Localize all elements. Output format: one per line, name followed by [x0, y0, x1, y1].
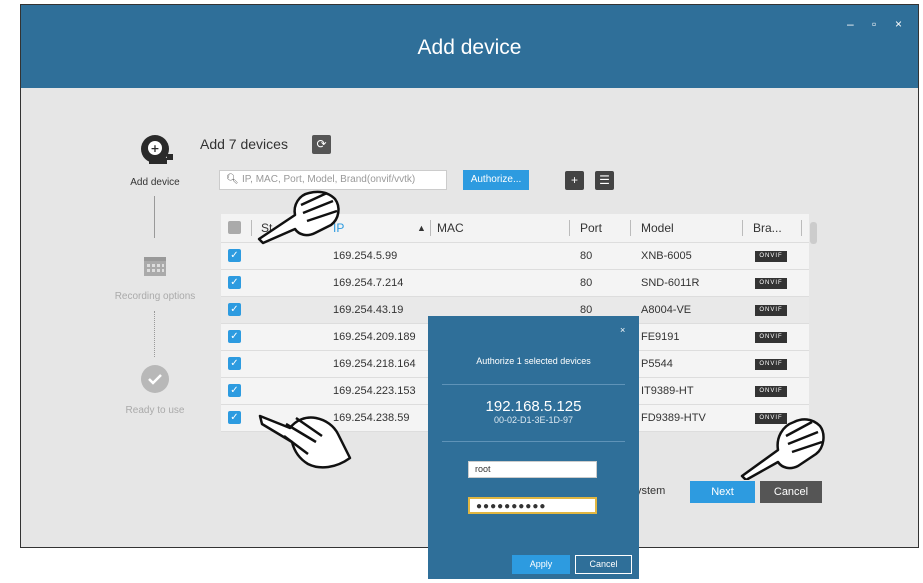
dialog-cancel-button[interactable]: Cancel: [575, 555, 632, 574]
column-divider: [742, 220, 743, 236]
row-checkbox[interactable]: ✓: [228, 303, 241, 316]
search-placeholder: IP, MAC, Port, Model, Brand(onvif/vvtk): [242, 174, 416, 185]
add-button[interactable]: +: [565, 171, 584, 190]
dialog-close-icon[interactable]: ×: [620, 325, 625, 335]
authorize-button[interactable]: Authorize...: [463, 170, 529, 190]
brand-badge: ONVIF: [755, 305, 787, 316]
cell-model: XNB-6005: [641, 250, 692, 262]
column-header-port[interactable]: Port: [580, 221, 602, 235]
cell-model: FD9389-HTV: [641, 412, 706, 424]
cell-port: 80: [580, 277, 593, 289]
cell-ip: 169.254.7.214: [333, 277, 404, 289]
cell-model: P5544: [641, 358, 673, 370]
device-mac: 00-02-D1-3E-1D-97: [493, 415, 574, 425]
cell-ip: 169.254.209.189: [333, 331, 416, 343]
step-connector-dotted: [154, 311, 155, 357]
row-checkbox[interactable]: ✓: [228, 357, 241, 370]
window-title: Add device: [417, 36, 522, 59]
calendar-icon: [143, 255, 167, 282]
cell-model: FE9191: [641, 331, 680, 343]
step-label-ready-to-use: Ready to use: [125, 405, 185, 416]
cell-ip: 169.254.5.99: [333, 250, 398, 262]
check-circle-icon: [140, 364, 170, 399]
close-button[interactable]: ×: [895, 17, 902, 31]
table-row[interactable]: ✓ 169.254.7.214 80 SND-6011R ONVIF: [221, 270, 809, 297]
page-heading: Add 7 devices: [200, 136, 288, 152]
cell-port: 80: [580, 304, 593, 316]
system-option-label: ystem: [636, 485, 666, 497]
pointing-hand-icon: [740, 418, 825, 480]
brand-badge: ONVIF: [755, 251, 787, 262]
refresh-icon: ⟳: [316, 137, 327, 151]
row-checkbox[interactable]: ✓: [228, 276, 241, 289]
column-divider: [630, 220, 631, 236]
step-label-recording-options: Recording options: [114, 291, 196, 302]
divider: [442, 384, 625, 385]
dialog-title: Authorize 1 selected devices: [476, 356, 591, 366]
cell-ip: 169.254.223.153: [333, 385, 416, 397]
step-connector: [154, 196, 155, 238]
search-icon: 🔍︎: [226, 174, 239, 185]
import-list-button[interactable]: ☰: [595, 171, 614, 190]
cell-ip: 169.254.218.164: [333, 358, 416, 370]
step-label-add-device: Add device: [130, 177, 180, 188]
row-checkbox[interactable]: ✓: [228, 249, 241, 262]
divider: [442, 441, 625, 442]
cell-port: 80: [580, 250, 593, 262]
column-divider: [801, 220, 802, 236]
row-checkbox[interactable]: ✓: [228, 384, 241, 397]
brand-badge: ONVIF: [755, 359, 787, 370]
cancel-button[interactable]: Cancel: [760, 481, 822, 503]
username-field[interactable]: root: [468, 461, 597, 478]
cell-ip: 169.254.43.19: [333, 304, 404, 316]
password-field[interactable]: ●●●●●●●●●●: [468, 497, 597, 514]
brand-badge: ONVIF: [755, 386, 787, 397]
column-divider: [251, 220, 252, 236]
select-all-checkbox[interactable]: [228, 221, 241, 234]
cell-model: SND-6011R: [641, 277, 700, 289]
row-checkbox[interactable]: ✓: [228, 411, 241, 424]
svg-text:+: +: [150, 142, 159, 155]
device-ip: 192.168.5.125: [485, 398, 582, 415]
brand-badge: ONVIF: [755, 278, 787, 289]
maximize-button[interactable]: ▫: [872, 17, 876, 31]
row-checkbox[interactable]: ✓: [228, 330, 241, 343]
add-camera-icon: +: [139, 134, 179, 171]
table-scrollbar[interactable]: [810, 222, 817, 244]
column-header-mac[interactable]: MAC: [437, 221, 464, 235]
table-row[interactable]: ✓ 169.254.5.99 80 XNB-6005 ONVIF: [221, 243, 809, 270]
cell-model: IT9389-HT: [641, 385, 694, 397]
minimize-button[interactable]: –: [847, 17, 854, 31]
column-divider: [430, 220, 431, 236]
pointing-hand-icon: [257, 190, 340, 245]
authorize-dialog: × Authorize 1 selected devices 192.168.5…: [428, 316, 639, 579]
column-divider: [569, 220, 570, 236]
column-header-model[interactable]: Model: [641, 221, 674, 235]
brand-badge: ONVIF: [755, 332, 787, 343]
column-header-brand[interactable]: Bra...: [753, 221, 782, 235]
sort-ascending-icon[interactable]: ▲: [417, 223, 426, 233]
cell-model: A8004-VE: [641, 304, 692, 316]
refresh-button[interactable]: ⟳: [312, 135, 331, 154]
pointing-hand-icon: [258, 414, 352, 469]
title-bar: Add device – ▫ ×: [21, 5, 918, 88]
apply-button[interactable]: Apply: [512, 555, 570, 574]
list-import-icon: ☰: [599, 173, 610, 187]
next-button[interactable]: Next: [690, 481, 755, 503]
